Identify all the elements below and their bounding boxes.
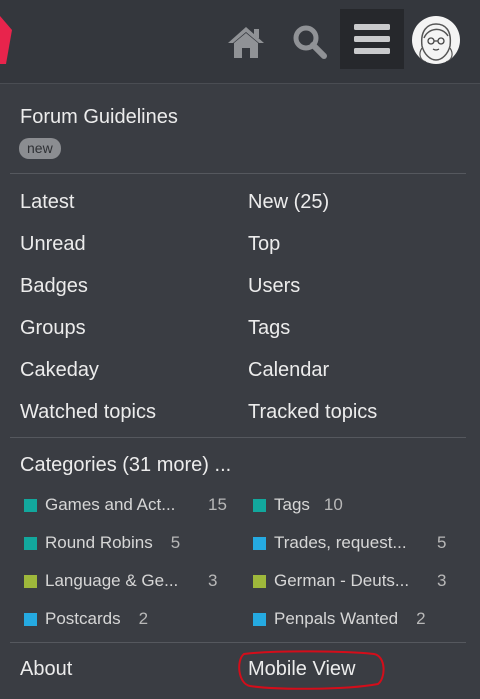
category-color-swatch — [24, 498, 37, 512]
about-link[interactable]: About — [20, 658, 72, 681]
divider — [10, 642, 466, 643]
divider — [10, 437, 466, 438]
site-logo[interactable] — [0, 16, 14, 64]
home-button[interactable] — [222, 18, 270, 66]
menu-link-watched-topics[interactable]: Watched topics — [20, 401, 156, 424]
menu-link-calendar[interactable]: Calendar — [248, 359, 329, 382]
category-count-value: 3 — [208, 571, 218, 590]
category-count-value: 15 — [208, 495, 227, 514]
site-header — [0, 0, 480, 84]
category-count-value: 3 — [437, 571, 447, 590]
category-item[interactable]: Penpals Wanted 2 — [253, 609, 426, 629]
avatar-drawing — [419, 23, 453, 63]
category-count-value: 2 — [416, 609, 426, 628]
mobile-view-item[interactable]: Mobile View — [236, 650, 386, 690]
menu-link-latest[interactable]: Latest — [20, 191, 74, 214]
menu-link-top[interactable]: Top — [248, 233, 280, 256]
category-name: Tags — [274, 495, 310, 514]
category-color-swatch — [253, 536, 266, 550]
category-color-swatch — [253, 612, 266, 626]
mobile-view-link[interactable]: Mobile View — [248, 658, 355, 681]
search-button[interactable] — [286, 18, 334, 66]
category-count-value: 5 — [437, 533, 447, 552]
category-count-value: 10 — [323, 495, 343, 514]
menu-link-unread[interactable]: Unread — [20, 233, 86, 256]
category-color-swatch — [24, 574, 37, 588]
category-count: 15 — [208, 495, 227, 515]
category-item[interactable]: Trades, request... — [253, 533, 407, 553]
menu-link-new[interactable]: New (25) — [248, 191, 329, 214]
divider — [10, 173, 466, 174]
menu-link-cakeday[interactable]: Cakeday — [20, 359, 99, 382]
category-name: Language & Ge... — [45, 571, 179, 590]
category-item[interactable]: Postcards 2 — [24, 609, 148, 629]
new-badge: new — [19, 138, 61, 159]
category-name: Trades, request... — [274, 533, 407, 552]
category-count-value: 5 — [170, 533, 181, 552]
user-avatar — [412, 16, 460, 64]
category-count: 3 — [437, 571, 446, 591]
category-item[interactable]: German - Deuts... — [253, 571, 409, 591]
category-item[interactable]: Games and Act... — [24, 495, 175, 515]
hamburger-menu-button[interactable] — [340, 9, 404, 69]
category-name: German - Deuts... — [274, 571, 410, 590]
menu-link-users[interactable]: Users — [248, 275, 300, 298]
menu-link-tracked-topics[interactable]: Tracked topics — [248, 401, 377, 424]
search-icon — [293, 25, 327, 59]
category-count: 3 — [208, 571, 217, 591]
menu-link-tags[interactable]: Tags — [248, 317, 290, 340]
category-item[interactable]: Language & Ge... — [24, 571, 178, 591]
category-color-swatch — [24, 536, 37, 550]
forum-guidelines-link[interactable]: Forum Guidelines — [20, 106, 178, 129]
category-color-swatch — [24, 612, 37, 626]
category-color-swatch — [253, 574, 266, 588]
menu-link-badges[interactable]: Badges — [20, 275, 88, 298]
menu-link-groups[interactable]: Groups — [20, 317, 86, 340]
category-name: Games and Act... — [45, 495, 176, 514]
hamburger-menu-icon — [354, 24, 390, 54]
category-count-value: 2 — [138, 609, 149, 628]
category-name: Round Robins — [45, 533, 153, 552]
categories-header-link[interactable]: Categories (31 more) ... — [20, 454, 231, 477]
hamburger-menu-panel: Forum Guidelines new Latest New (25) Unr… — [0, 84, 480, 699]
category-item[interactable]: Tags 10 — [253, 495, 343, 515]
category-color-swatch — [253, 498, 266, 512]
category-name: Penpals Wanted — [274, 609, 399, 628]
category-name: Postcards — [45, 609, 121, 628]
home-icon — [228, 27, 264, 58]
category-count: 5 — [437, 533, 446, 553]
category-item[interactable]: Round Robins 5 — [24, 533, 180, 553]
user-avatar-button[interactable] — [410, 14, 462, 66]
